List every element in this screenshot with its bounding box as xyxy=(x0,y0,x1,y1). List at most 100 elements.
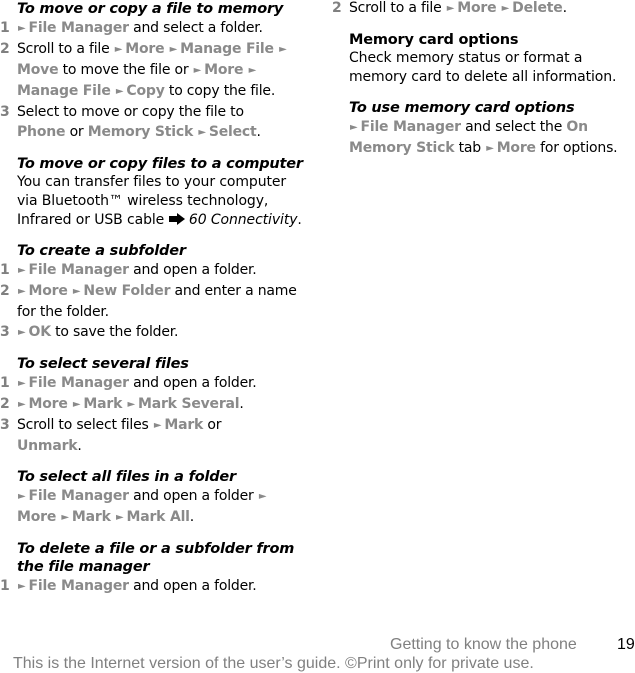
step-text: for options. xyxy=(535,140,618,156)
menu-arrow-icon: ► xyxy=(18,581,26,592)
section-delete: To delete a file or a subfolder from the… xyxy=(0,540,310,597)
menu-item: More xyxy=(17,509,57,525)
step-item: 2 ► More ► Mark ► Mark Several. xyxy=(0,394,310,415)
step-number: 1 xyxy=(0,20,10,36)
reference-link[interactable]: 60 Connectivity xyxy=(189,212,298,228)
step-text: Scroll to a file xyxy=(17,41,114,57)
section-paragraph: Check memory status or format a memory c… xyxy=(349,50,617,85)
menu-item: File Manager xyxy=(28,20,130,36)
step-text: Select to move or copy the file to xyxy=(17,104,244,120)
step-text: Scroll to a file xyxy=(349,0,446,16)
menu-arrow-icon: ► xyxy=(279,44,287,55)
menu-item: Mark All xyxy=(126,509,190,525)
step-text: and open a folder. xyxy=(128,578,257,594)
step-text: . xyxy=(562,0,567,16)
menu-item: Move xyxy=(17,62,59,78)
step-item: 2 Scroll to a file ► More ► Delete. xyxy=(332,0,635,19)
menu-arrow-icon: ► xyxy=(258,491,267,502)
step-text: to move the file or xyxy=(58,62,193,78)
menu-item: New Folder xyxy=(83,283,171,299)
menu-arrow-icon: ► xyxy=(61,512,69,523)
menu-arrow-icon: ► xyxy=(446,3,455,14)
menu-arrow-icon: ► xyxy=(350,122,358,133)
menu-arrow-icon: ► xyxy=(248,65,257,76)
menu-item: More xyxy=(204,62,244,78)
menu-arrow-icon: ► xyxy=(127,399,135,410)
menu-item: Select xyxy=(208,124,257,140)
menu-item: More xyxy=(28,283,68,299)
menu-arrow-icon: ► xyxy=(18,327,26,338)
menu-arrow-icon: ► xyxy=(18,399,26,410)
menu-arrow-icon: ► xyxy=(114,44,123,55)
step-text: Scroll to select files xyxy=(17,417,153,433)
menu-item: Unmark xyxy=(17,438,78,454)
step-number: 1 xyxy=(0,262,10,278)
menu-item: More xyxy=(28,396,68,412)
step-text: and select a folder. xyxy=(128,20,263,36)
footer-section-title: Getting to know the phone xyxy=(390,636,577,653)
menu-arrow-icon: ► xyxy=(72,399,81,410)
menu-arrow-icon: ► xyxy=(72,286,81,297)
step-text: tab xyxy=(454,140,486,156)
step-text: and open a folder. xyxy=(128,262,257,278)
step-text: . xyxy=(77,438,82,454)
menu-item: Copy xyxy=(126,83,165,99)
page-number: 19 xyxy=(617,636,635,653)
step-item: 1 ► File Manager and select a folder. xyxy=(0,18,310,39)
section-move-copy-memory: To move or copy a file to memory 1 ► File… xyxy=(0,0,310,143)
right-column: 2 Scroll to a file ► More ► Delete. Memory… xyxy=(332,0,635,159)
step-number: 2 xyxy=(0,396,10,412)
step-text: or xyxy=(65,124,88,140)
step-text: and open a folder xyxy=(128,488,258,504)
menu-item: Mark xyxy=(71,509,111,525)
menu-item: More xyxy=(496,140,536,156)
menu-item: Mark Several xyxy=(137,396,240,412)
step-item: ► File Manager and open a folder ► More ► M… xyxy=(0,486,310,528)
menu-item: Delete xyxy=(512,0,563,16)
section-heading: To use memory card options xyxy=(349,100,575,116)
paragraph-text: . xyxy=(297,212,302,228)
section-heading: To create a subfolder xyxy=(17,243,186,259)
step-item: 2 ► More ► New Folder and enter a name for… xyxy=(0,281,310,322)
menu-item: Memory Stick xyxy=(87,124,194,140)
step-item: 3 ► OK to save the folder. xyxy=(0,322,310,343)
step-number: 2 xyxy=(0,41,10,57)
section-heading: To select all files in a folder xyxy=(17,469,236,485)
menu-arrow-icon: ► xyxy=(18,378,26,389)
menu-arrow-icon: ► xyxy=(115,86,124,97)
step-text: . xyxy=(239,396,244,412)
section-select-several: To select several files 1 ► File Manager … xyxy=(0,355,310,456)
step-text: . xyxy=(189,509,195,525)
left-column: To move or copy a file to memory 1 ► File… xyxy=(0,0,310,597)
step-number: 3 xyxy=(0,324,10,340)
step-number: 2 xyxy=(0,283,10,299)
menu-arrow-icon: ► xyxy=(501,3,510,14)
section-use-memory-card: To use memory card options ► File Manager… xyxy=(332,99,635,159)
step-item: 2 Scroll to a file ► More ► Manage File ► M… xyxy=(0,39,310,102)
step-number: 2 xyxy=(332,0,342,16)
menu-arrow-icon: ► xyxy=(115,512,124,523)
step-text: and select the xyxy=(460,119,567,135)
section-heading: To move or copy files to a computer xyxy=(17,156,303,172)
menu-item: File Manager xyxy=(360,119,462,135)
section-move-copy-computer: To move or copy files to a computer You … xyxy=(0,155,310,230)
step-number: 1 xyxy=(0,578,10,594)
step-item: 1 ► File Manager and open a folder. xyxy=(0,576,310,597)
menu-item: File Manager xyxy=(28,262,130,278)
menu-item: Phone xyxy=(17,124,66,140)
step-text: to save the folder. xyxy=(50,324,179,340)
section-heading: Memory card options xyxy=(349,32,519,48)
menu-item: File Manager xyxy=(28,578,130,594)
menu-item: Manage File xyxy=(17,83,111,99)
reference-arrow-icon xyxy=(168,213,185,225)
menu-arrow-icon: ► xyxy=(153,420,162,431)
menu-item: Manage File xyxy=(180,41,274,57)
menu-arrow-icon: ► xyxy=(486,143,494,154)
section-paragraph: You can transfer files to your computer … xyxy=(0,173,310,230)
step-item: 3 Select to move or copy the file to Pho… xyxy=(0,102,310,143)
section-memory-card-options: Memory card options Check memory status … xyxy=(332,31,635,87)
step-text: to copy the file. xyxy=(164,83,276,99)
menu-arrow-icon: ► xyxy=(18,286,26,297)
step-text: or xyxy=(203,417,222,433)
step-item: 1 ► File Manager and open a folder. xyxy=(0,373,310,394)
